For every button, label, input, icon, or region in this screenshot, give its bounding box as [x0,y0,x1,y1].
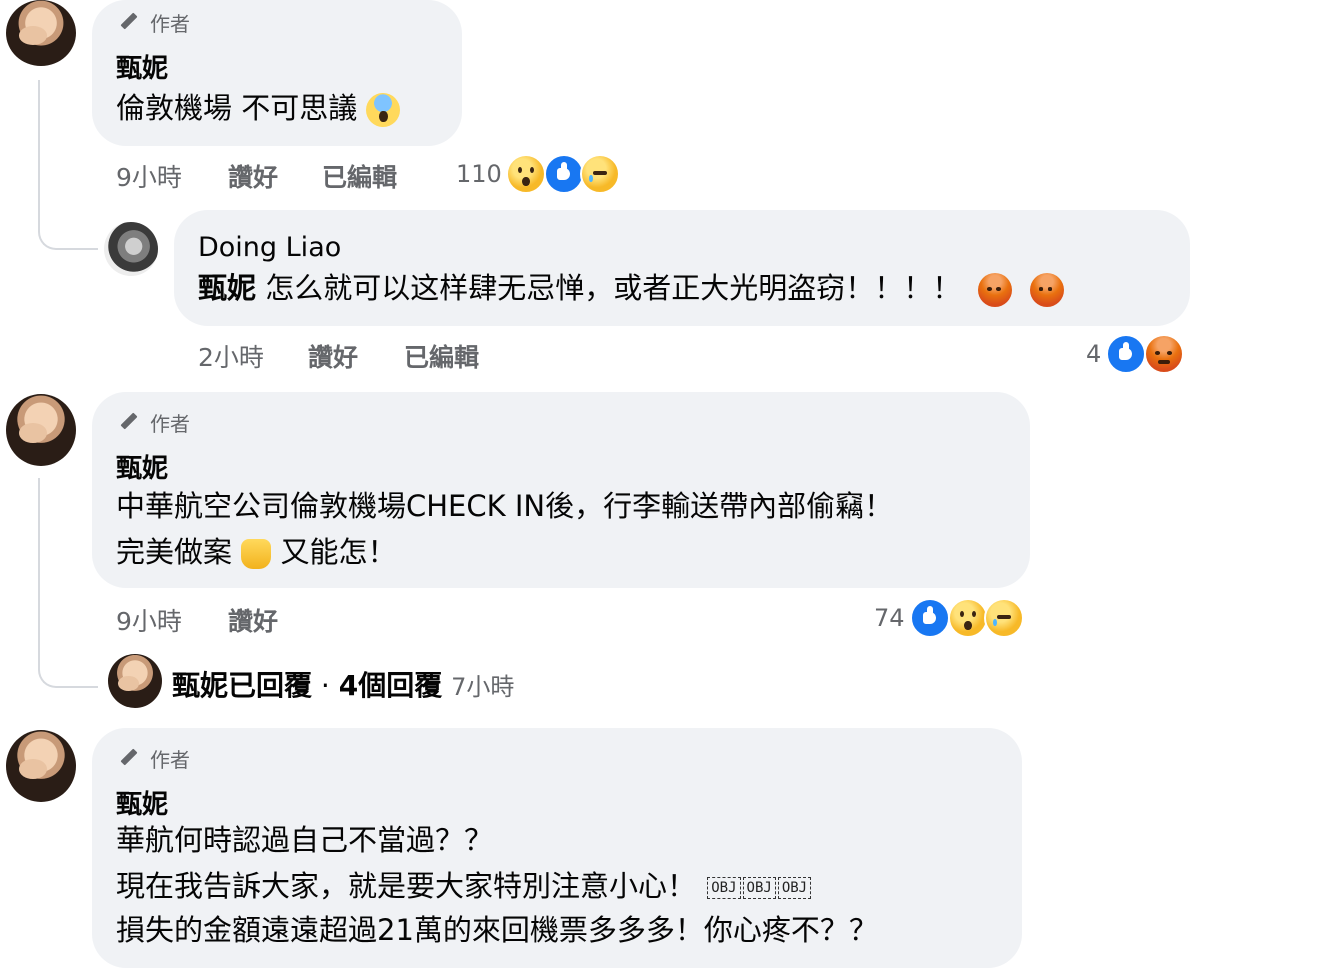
comment-text: 現在我告訴大家，就是要大家特別注意小心！ OBJ OBJ OBJ [116,864,812,908]
thread-connector [38,478,98,688]
like-button[interactable]: 讚好 [228,602,278,638]
replies-count: 4個回覆 [338,669,443,702]
pencil-icon [118,748,140,770]
comment-author-name[interactable]: 甄妮 [116,48,168,85]
edited-label[interactable]: 已編輯 [404,338,479,374]
avatar[interactable] [108,654,162,708]
replies-separator: · [320,669,330,702]
author-badge-label: 作者 [150,12,190,36]
comment-line: 現在我告訴大家，就是要大家特別注意小心！ [116,869,697,903]
author-badge: 作者 [118,408,190,437]
comment-time[interactable]: 9小時 [116,602,182,638]
wow-reaction-icon[interactable] [506,154,546,194]
view-replies-link[interactable]: 甄妮已回覆 · 4個回覆 7小時 [172,664,514,704]
comment-author-name[interactable]: Doing Liao [198,232,341,263]
sad-reaction-icon[interactable] [984,598,1024,638]
pencil-icon [118,412,140,434]
comment-text: 甄妮 怎么就可以这样肆无忌惮，或者正大光明盗窃！！！！ [198,266,1064,310]
angry-face-icon [1029,273,1064,307]
thread-connector [38,80,98,250]
like-reaction-icon[interactable] [1106,334,1146,374]
edited-label[interactable]: 已編輯 [322,158,397,194]
angry-face-icon [978,273,1013,307]
thumbs-up-icon [241,539,272,569]
author-badge: 作者 [118,8,190,37]
pencil-icon [118,12,140,34]
angry-reaction-icon[interactable] [1144,334,1184,374]
comment-line: 又能怎！ [280,535,397,569]
wow-reaction-icon[interactable] [948,598,988,638]
mention[interactable]: 甄妮 [198,271,256,305]
comment-author-name[interactable]: 甄妮 [116,448,168,485]
comment-time[interactable]: 9小時 [116,158,182,194]
replies-time: 7小時 [451,673,515,701]
replied-by: 甄妮已回覆 [172,669,313,702]
like-reaction-icon[interactable] [910,598,950,638]
comment-line: 怎么就可以这样肆无忌惮，或者正大光明盗窃！！！！ [265,271,962,305]
like-button[interactable]: 讚好 [228,158,278,194]
reaction-count[interactable]: 110 [456,160,502,188]
comment-line: 完美做案 [116,535,233,569]
object-placeholder: OBJ [777,877,812,899]
comment-time[interactable]: 2小時 [198,338,264,374]
comment-line: 中華航空公司倫敦機場CHECK IN後，行李輸送帶內部偷竊！ [116,489,894,523]
sad-reaction-icon[interactable] [580,154,620,194]
screaming-face-icon [366,93,401,127]
avatar[interactable] [6,394,76,466]
author-badge: 作者 [118,744,190,773]
author-badge-label: 作者 [150,412,190,436]
comment-text: 倫敦機場 不可思議 [116,86,401,130]
comment-line: 倫敦機場 不可思議 [116,91,358,125]
author-badge-label: 作者 [150,748,190,772]
comment-line: 損失的金額遠遠超過21萬的來回機票多多多！你心疼不？？ [116,913,878,947]
like-reaction-icon[interactable] [544,154,584,194]
avatar[interactable] [6,0,76,66]
reaction-count[interactable]: 4 [1086,340,1101,368]
comment-text: 完美做案 又能怎！ [116,530,396,574]
object-placeholder: OBJ [707,877,741,899]
reaction-count[interactable]: 74 [874,604,905,632]
comment-author-name[interactable]: 甄妮 [116,784,168,821]
like-button[interactable]: 讚好 [308,338,358,374]
avatar[interactable] [104,222,158,276]
object-placeholder: OBJ [742,877,776,899]
avatar[interactable] [6,730,76,802]
comment-line: 華航何時認過自己不當過？？ [116,823,494,857]
